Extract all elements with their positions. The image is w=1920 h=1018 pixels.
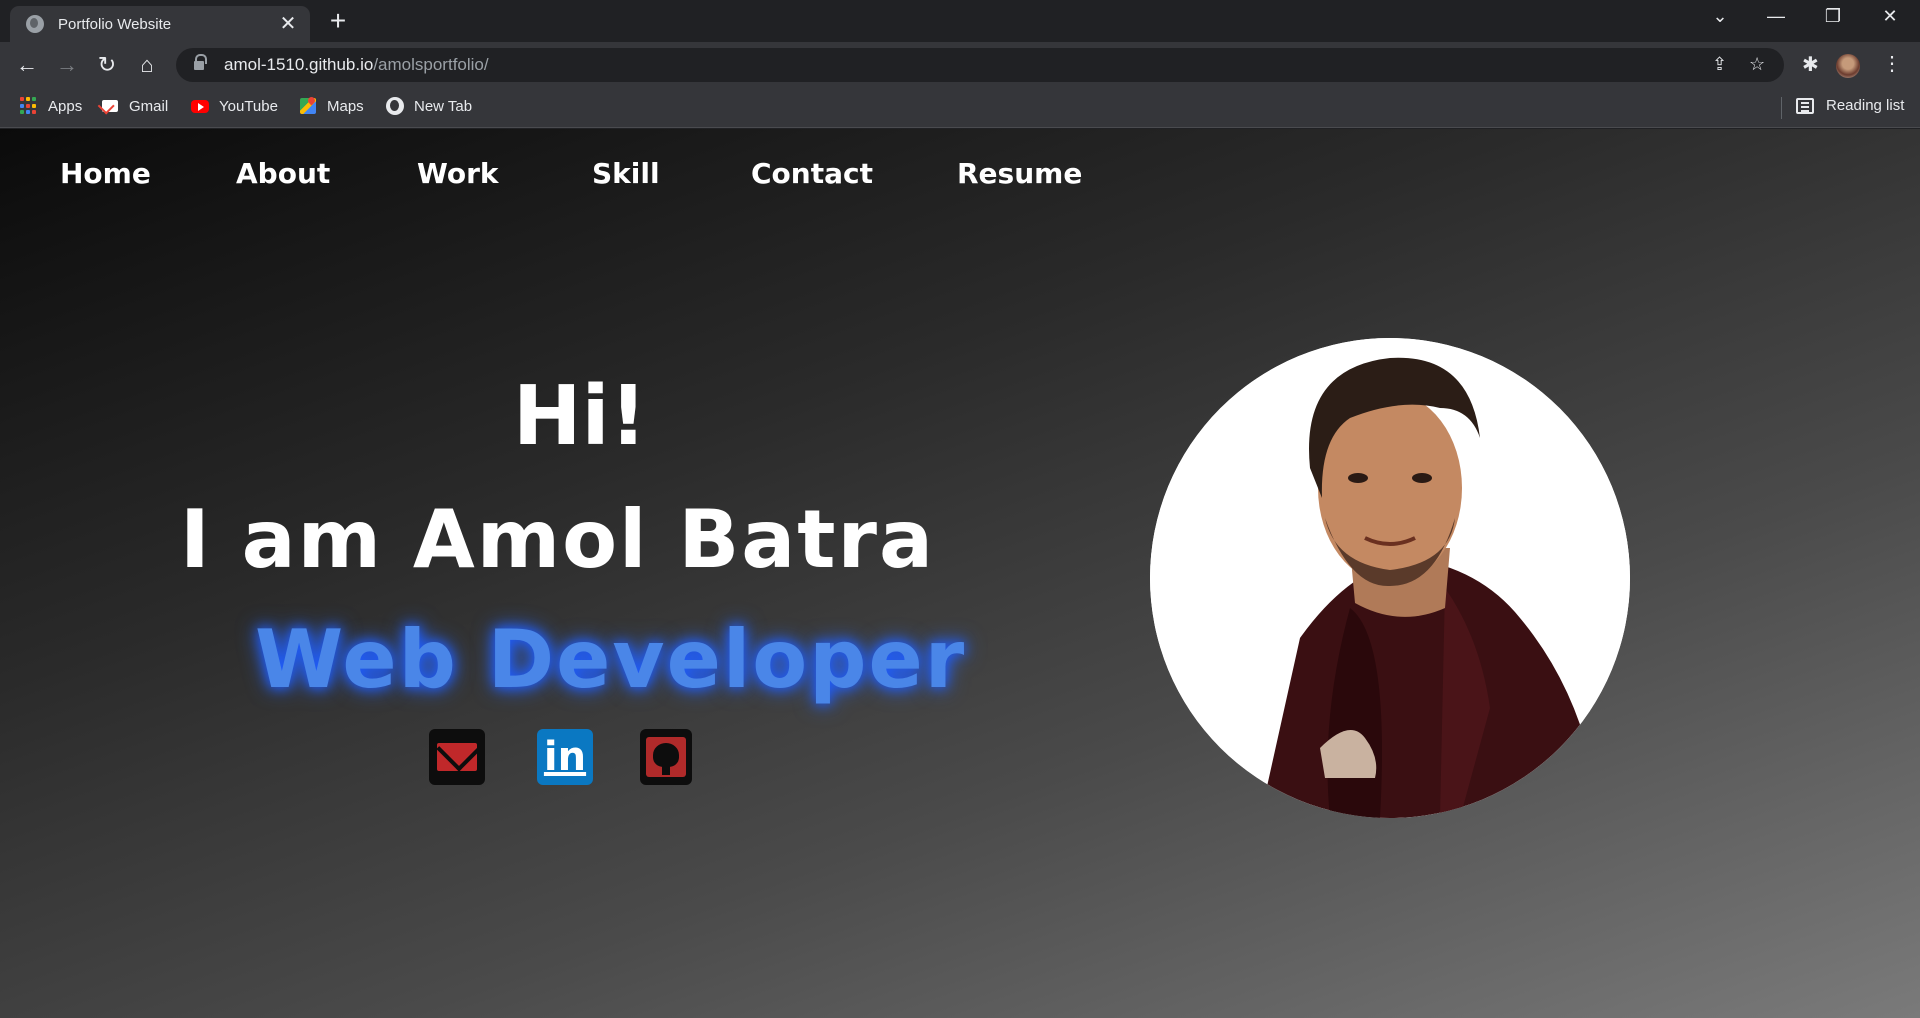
hero-role: Web Developer <box>255 613 967 706</box>
maps-icon <box>299 97 317 115</box>
bookmark-youtube[interactable]: YouTube <box>191 97 278 115</box>
nav-link-home[interactable]: Home <box>60 157 151 190</box>
reading-list-button[interactable]: Reading list <box>1796 97 1904 114</box>
linkedin-icon[interactable]: in <box>537 729 593 785</box>
new-tab-button[interactable]: + <box>324 7 352 36</box>
profile-photo <box>1150 338 1630 818</box>
bookmark-maps[interactable]: Maps <box>299 97 364 115</box>
tab-title: Portfolio Website <box>58 15 172 33</box>
envelope-icon[interactable] <box>429 729 485 785</box>
bookmark-apps[interactable]: Apps <box>20 97 82 115</box>
browser-toolbar: ← → ↻ ⌂ amol-1510.github.io /amolsportfo… <box>0 42 1920 88</box>
bookmark-gmail[interactable]: Gmail <box>101 97 168 115</box>
gmail-icon <box>101 97 119 115</box>
bookmark-new-tab[interactable]: New Tab <box>386 97 472 115</box>
bookmark-label: YouTube <box>219 97 278 115</box>
nav-link-resume[interactable]: Resume <box>957 157 1082 190</box>
nav-link-work[interactable]: Work <box>417 157 499 190</box>
browser-tab[interactable]: Portfolio Website ✕ <box>10 6 310 42</box>
address-bar[interactable]: amol-1510.github.io /amolsportfolio/ ⇪ ☆ <box>176 48 1784 82</box>
reading-list-icon <box>1796 97 1814 114</box>
globe-favicon-icon <box>26 15 44 33</box>
minimize-button[interactable]: — <box>1756 6 1796 27</box>
site-nav: Home About Work Skill Contact Resume <box>0 129 1200 229</box>
reading-list-label: Reading list <box>1826 97 1905 114</box>
bookmark-label: Maps <box>327 97 364 115</box>
youtube-icon <box>191 97 209 115</box>
bookmark-star-icon[interactable]: ☆ <box>1749 54 1765 75</box>
extensions-icon[interactable]: ✱ <box>1802 52 1819 77</box>
forward-button[interactable]: → <box>52 50 82 80</box>
hero-greeting: Hi! <box>512 369 648 464</box>
close-window-button[interactable]: ✕ <box>1870 6 1910 27</box>
github-icon-tail <box>662 765 670 775</box>
nav-link-contact[interactable]: Contact <box>751 157 873 190</box>
tab-close-icon[interactable]: ✕ <box>278 14 298 34</box>
browser-menu-icon[interactable]: ⋮ <box>1882 51 1902 76</box>
url-path: /amolsportfolio/ <box>373 55 489 74</box>
url-host: amol-1510.github.io <box>224 55 374 74</box>
apps-grid-icon <box>20 97 38 115</box>
github-icon[interactable] <box>640 729 692 785</box>
reload-button[interactable]: ↻ <box>92 50 122 80</box>
profile-avatar[interactable] <box>1836 54 1860 78</box>
bookmarks-bar: Apps Gmail YouTube Maps New Tab Reading … <box>0 88 1920 128</box>
bookmark-label: New Tab <box>414 97 473 115</box>
bookmarks-divider <box>1781 97 1782 119</box>
nav-link-about[interactable]: About <box>236 157 330 190</box>
lock-icon[interactable] <box>194 54 207 71</box>
restore-button[interactable]: ❐ <box>1813 6 1853 27</box>
hero-name: I am Amol Batra <box>180 493 935 586</box>
share-icon[interactable]: ⇪ <box>1712 54 1727 75</box>
page-viewport: Home About Work Skill Contact Resume Hi!… <box>0 129 1920 1018</box>
profile-photo-illustration <box>1150 338 1630 818</box>
bookmark-label: Gmail <box>129 97 169 115</box>
nav-link-skill[interactable]: Skill <box>592 157 660 190</box>
tab-strip: Portfolio Website ✕ + ⌄ — ❐ ✕ <box>0 0 1920 42</box>
home-button[interactable]: ⌂ <box>132 50 162 80</box>
globe-icon <box>386 97 404 115</box>
back-button[interactable]: ← <box>12 50 42 80</box>
tab-search-icon[interactable]: ⌄ <box>1700 6 1740 27</box>
bookmark-label: Apps <box>48 97 83 115</box>
